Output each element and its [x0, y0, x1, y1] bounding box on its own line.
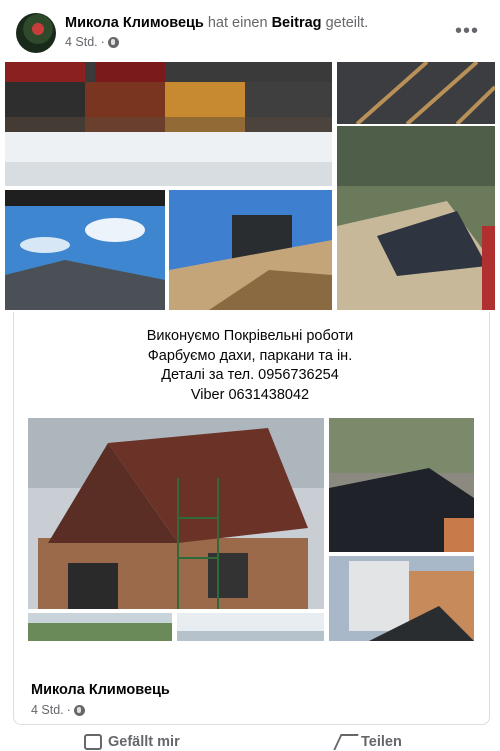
like-icon — [84, 734, 102, 750]
more-options-icon[interactable]: ••• — [455, 20, 479, 43]
author-avatar[interactable] — [16, 13, 56, 53]
photo-2[interactable] — [337, 62, 495, 124]
like-label: Gefällt mir — [108, 734, 180, 750]
photo-3[interactable] — [337, 126, 495, 310]
photo-5[interactable] — [169, 190, 332, 310]
action-suffix: geteilt. — [321, 15, 369, 31]
shared-photo-5[interactable] — [329, 556, 474, 641]
author-name[interactable]: Микола Климовець — [65, 15, 204, 31]
shared-post-text: Виконуємо Покрівельні роботи Фарбуємо да… — [0, 327, 500, 405]
photo-1[interactable] — [5, 62, 332, 186]
post-header-line: Микола Климовець hat einen Beitrag getei… — [65, 15, 368, 31]
text-line-4: Viber 0631438042 — [190, 386, 310, 403]
globe-icon — [107, 36, 119, 48]
post-time-label: 4 Std. — [65, 35, 98, 49]
like-button[interactable]: Gefällt mir — [84, 734, 180, 750]
share-label: Teilen — [361, 734, 402, 750]
shared-photo-1[interactable] — [28, 418, 324, 609]
post-header: Микола Климовець hat einen Beitrag getei… — [0, 0, 500, 62]
shared-photo-2[interactable] — [28, 613, 172, 641]
shared-photo-3[interactable] — [177, 613, 324, 641]
text-line-1: Виконуємо Покрівельні роботи — [146, 328, 354, 344]
shared-post-time[interactable]: 4 Std. · — [31, 703, 85, 717]
post-time[interactable]: 4 Std. · — [65, 35, 119, 49]
photo-4[interactable] — [5, 190, 165, 310]
shared-author-name[interactable]: Микола Климовець — [31, 682, 170, 698]
action-prefix: hat einen — [203, 15, 272, 31]
sep: · — [100, 35, 105, 49]
post-link[interactable]: Beitrag — [272, 15, 322, 31]
share-button[interactable]: Teilen — [333, 734, 402, 750]
shared-photo-4[interactable] — [329, 418, 474, 552]
text-line-3: Деталі за тел. 0956736254 — [161, 367, 339, 383]
share-icon — [333, 734, 359, 750]
shared-time-label: 4 Std. — [31, 703, 64, 717]
globe-icon — [73, 704, 85, 716]
text-line-2: Фарбуємо дахи, паркани та ін. — [147, 347, 353, 364]
sep: · — [66, 703, 71, 717]
